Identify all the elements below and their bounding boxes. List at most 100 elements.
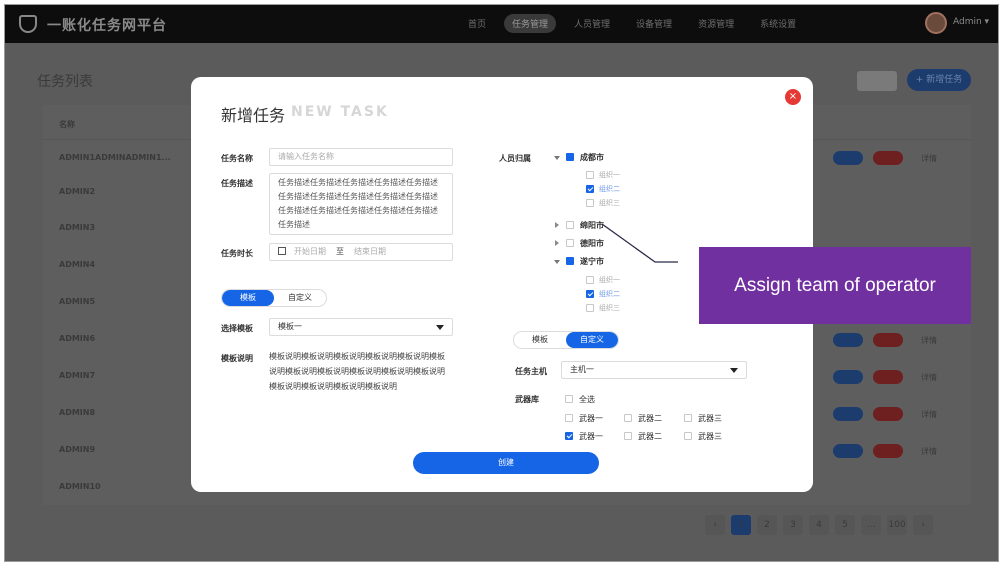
weapon-option[interactable]: 武器一 [579,431,603,442]
nav-item-task-management[interactable]: 任务管理 [504,14,557,33]
tree-checkbox[interactable] [586,199,594,207]
tree-checkbox[interactable] [586,304,594,312]
table-row[interactable]: ADMIN4 [59,260,95,269]
host-label: 任务主机 [515,367,547,376]
expand-chevron-icon[interactable] [555,222,559,228]
detail-link[interactable]: 详情 [921,372,937,383]
tree-node-suining[interactable]: 遂宁市 [580,256,604,267]
tree-leaf[interactable]: 组织一 [599,275,620,285]
weapon-checkbox[interactable] [624,414,632,422]
table-row[interactable]: ADMIN10 [59,482,101,491]
select-all-label[interactable]: 全选 [579,394,595,405]
weapon-option[interactable]: 武器三 [698,431,722,442]
weapon-checkbox[interactable] [684,432,692,440]
weapon-option[interactable]: 武器二 [638,413,662,424]
tree-leaf[interactable]: 组织二 [599,289,620,299]
mode-custom-option[interactable]: 自定义 [274,290,326,306]
weapon-option[interactable]: 武器三 [698,413,722,424]
user-menu[interactable]: Admin ▾ [953,17,989,27]
nav-item-home[interactable]: 首页 [460,14,494,33]
pager-page[interactable]: 2 [757,515,777,535]
delete-badge[interactable] [873,407,903,421]
close-icon[interactable]: × [785,89,801,105]
filter-button[interactable] [857,71,897,91]
select-all-checkbox[interactable] [565,395,573,403]
add-task-button[interactable]: + 新增任务 [907,69,971,91]
tree-leaf[interactable]: 组织三 [599,198,620,208]
table-row[interactable]: ADMIN5 [59,297,95,306]
delete-badge[interactable] [873,370,903,384]
expand-chevron-icon[interactable] [554,260,560,264]
tree-leaf[interactable]: 组织一 [599,170,620,180]
tree-leaf[interactable]: 组织三 [599,303,620,313]
delete-badge[interactable] [873,333,903,347]
pager-page[interactable]: 1 [731,515,751,535]
tree-checkbox[interactable] [566,257,574,265]
edit-badge[interactable] [833,370,863,384]
end-date[interactable]: 结束日期 [354,247,386,256]
table-row[interactable]: ADMIN7 [59,371,95,380]
detail-link[interactable]: 详情 [921,153,937,164]
mode-custom-option[interactable]: 自定义 [566,332,618,348]
tree-checkbox[interactable] [586,276,594,284]
tree-checkbox[interactable] [566,221,574,229]
tree-node-chengdu[interactable]: 成都市 [580,152,604,163]
pager-page[interactable]: 5 [835,515,855,535]
tree-node-mianyang[interactable]: 绵阳市 [580,220,604,231]
weapon-checkbox[interactable] [624,432,632,440]
expand-chevron-icon[interactable] [554,156,560,160]
delete-badge[interactable] [873,444,903,458]
pager-page[interactable]: 100 [887,515,907,535]
edit-badge[interactable] [833,444,863,458]
tree-checkbox[interactable] [586,290,594,298]
detail-link[interactable]: 详情 [921,409,937,420]
create-button[interactable]: 创建 [413,452,599,474]
detail-link[interactable]: 详情 [921,446,937,457]
tree-checkbox[interactable] [566,153,574,161]
avatar[interactable] [925,12,947,34]
tree-node-deyang[interactable]: 德阳市 [580,238,604,249]
pager-page[interactable]: 4 [809,515,829,535]
mode-template-option[interactable]: 模板 [222,290,274,306]
nav-item-resources[interactable]: 资源管理 [690,14,742,33]
nav-item-settings[interactable]: 系统设置 [752,14,804,33]
pager-prev[interactable]: ‹ [705,515,725,535]
date-range-picker[interactable]: 开始日期 至 结束日期 [269,243,453,261]
pager-ellipsis: … [861,515,881,535]
weapon-checkbox[interactable] [565,414,573,422]
task-desc-textarea[interactable]: 任务描述任务描述任务描述任务描述任务描述任务描述任务描述任务描述任务描述任务描述… [269,173,453,235]
tree-checkbox[interactable] [586,185,594,193]
table-row[interactable]: ADMIN2 [59,187,95,196]
edit-badge[interactable] [833,151,863,165]
table-row[interactable]: ADMIN6 [59,334,95,343]
pager-next[interactable]: › [913,515,933,535]
edit-badge[interactable] [833,333,863,347]
host-select[interactable]: 主机一 [561,361,747,379]
modal-title: 新增任务 [221,106,286,125]
expand-chevron-icon[interactable] [555,240,559,246]
table-header-name: 名称 [59,120,75,129]
edit-badge[interactable] [833,407,863,421]
weapon-option[interactable]: 武器二 [638,431,662,442]
tree-checkbox[interactable] [566,239,574,247]
detail-link[interactable]: 详情 [921,335,937,346]
tree-checkbox[interactable] [586,171,594,179]
tree-leaf[interactable]: 组织二 [599,184,620,194]
table-row[interactable]: ADMIN9 [59,445,95,454]
table-row[interactable]: ADMIN1ADMINADMIN1... [59,153,171,162]
table-row[interactable]: ADMIN8 [59,408,95,417]
delete-badge[interactable] [873,151,903,165]
pager-page[interactable]: 3 [783,515,803,535]
weapon-option[interactable]: 武器一 [579,413,603,424]
template-select[interactable]: 模板一 [269,318,453,336]
calendar-icon [278,247,286,255]
nav-item-personnel[interactable]: 人员管理 [566,14,618,33]
annotation-callout: Assign team of operator [699,247,971,324]
task-name-input[interactable]: 请输入任务名称 [269,148,453,166]
weapon-checkbox[interactable] [684,414,692,422]
weapon-checkbox[interactable] [565,432,573,440]
nav-item-devices[interactable]: 设备管理 [628,14,680,33]
start-date[interactable]: 开始日期 [294,247,326,256]
mode-template-option[interactable]: 模板 [514,332,566,348]
table-row[interactable]: ADMIN3 [59,223,95,232]
